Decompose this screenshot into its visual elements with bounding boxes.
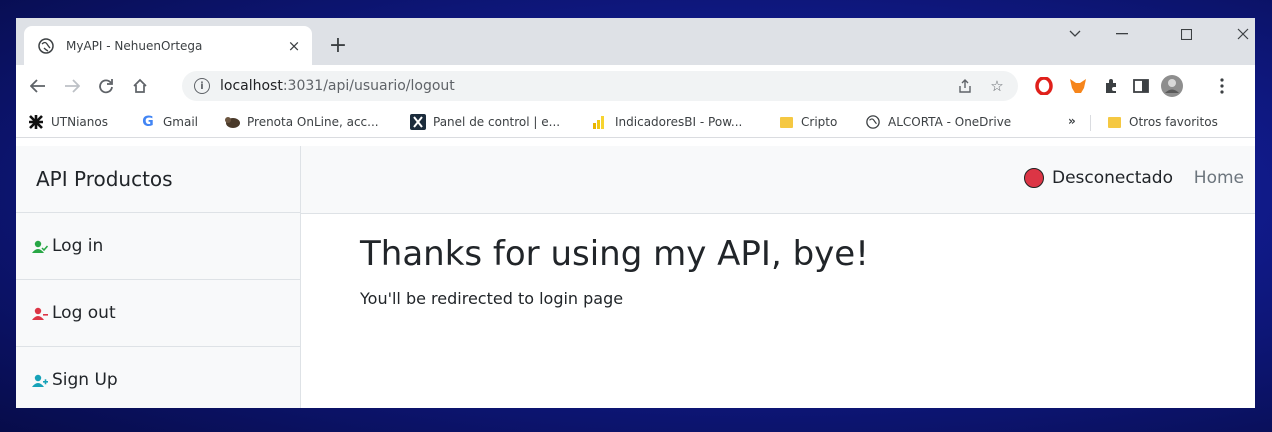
bookmarks-more-button[interactable]: »: [1068, 114, 1076, 128]
panel-icon: [410, 114, 426, 130]
user-plus-icon: [32, 373, 48, 387]
globe-icon: [38, 37, 54, 54]
bookmarks-bar: UTNianos G Gmail Prenota OnLine, acc... …: [16, 107, 1255, 138]
web-page: API Productos Log in Log out Sign Up Des…: [16, 146, 1255, 408]
status-dot-icon: [1023, 168, 1044, 188]
powerbi-icon: [592, 114, 608, 130]
utn-icon: [28, 114, 44, 130]
bookmark-label: IndicadoresBI - Pow...: [615, 115, 743, 129]
sidebar: API Productos Log in Log out Sign Up: [16, 146, 301, 408]
bookmark-label: ALCORTA - OneDrive: [888, 115, 1012, 129]
bookmark-prenota[interactable]: Prenota OnLine, acc...: [224, 114, 379, 130]
profile-avatar-icon[interactable]: [1160, 74, 1184, 98]
bookmark-other-favorites[interactable]: Otros favoritos: [1106, 114, 1218, 130]
user-minus-icon: [32, 306, 48, 320]
reload-icon[interactable]: [94, 74, 118, 98]
new-tab-button[interactable]: +: [326, 33, 350, 58]
bookmark-label: Otros favoritos: [1129, 115, 1218, 129]
tab-strip: MyAPI - NehuenOrtega × +: [16, 18, 1255, 65]
opera-icon[interactable]: [1032, 74, 1056, 98]
nav-home-link[interactable]: Home: [1194, 168, 1244, 188]
browser-window: MyAPI - NehuenOrtega × + i localhost:303…: [16, 18, 1255, 408]
url-text[interactable]: localhost:3031/api/usuario/logout: [220, 78, 954, 94]
bookmark-label: Cripto: [801, 115, 838, 129]
tab-active[interactable]: MyAPI - NehuenOrtega ×: [24, 26, 312, 65]
tab-search-icon[interactable]: [1060, 22, 1090, 46]
back-icon[interactable]: [26, 74, 50, 98]
bookmark-label: Prenota OnLine, acc...: [247, 115, 379, 129]
bookmark-gmail[interactable]: G Gmail: [140, 114, 198, 130]
tab-close-icon[interactable]: ×: [284, 36, 304, 56]
minimize-icon[interactable]: [1107, 22, 1137, 46]
close-window-icon[interactable]: [1228, 22, 1255, 46]
address-bar[interactable]: i localhost:3031/api/usuario/logout ☆: [182, 71, 1018, 101]
sidebar-item-label: Log out: [52, 303, 116, 323]
share-icon[interactable]: [954, 75, 976, 97]
brand-title[interactable]: API Productos: [16, 146, 300, 213]
sidebar-item-login[interactable]: Log in: [16, 213, 300, 280]
bookmark-cripto[interactable]: Cripto: [778, 114, 837, 130]
bookmark-indicadores[interactable]: IndicadoresBI - Pow...: [592, 114, 742, 130]
site-info-icon[interactable]: i: [194, 78, 210, 94]
redirect-message: You'll be redirected to login page: [360, 289, 624, 308]
top-navbar: Desconectado Home: [301, 146, 1255, 214]
side-panel-icon[interactable]: [1129, 74, 1153, 98]
metamask-icon[interactable]: [1066, 74, 1090, 98]
bookmark-label: UTNianos: [51, 115, 108, 129]
home-icon[interactable]: [128, 74, 152, 98]
bookmark-label: Gmail: [163, 115, 199, 129]
bookmark-star-icon[interactable]: ☆: [986, 75, 1008, 97]
google-icon: G: [142, 114, 154, 130]
url-host: localhost: [220, 78, 283, 94]
tab-title: MyAPI - NehuenOrtega: [66, 38, 203, 53]
bookmark-alcorta[interactable]: ALCORTA - OneDrive: [865, 114, 1011, 130]
page-title: Thanks for using my API, bye!: [360, 234, 869, 274]
forward-icon[interactable]: [60, 74, 84, 98]
bookmark-panel[interactable]: Panel de control | e...: [410, 114, 560, 130]
bookmark-label: Panel de control | e...: [433, 115, 561, 129]
folder-icon: [778, 114, 794, 130]
extensions-icon[interactable]: [1099, 74, 1123, 98]
browser-toolbar: i localhost:3031/api/usuario/logout ☆: [16, 65, 1255, 107]
status-label: Desconectado: [1051, 168, 1173, 188]
prenota-icon: [224, 114, 240, 130]
sidebar-item-label: Log in: [52, 236, 104, 256]
menu-icon[interactable]: [1210, 74, 1234, 98]
url-path: :3031/api/usuario/logout: [282, 78, 455, 94]
sidebar-item-signup[interactable]: Sign Up: [16, 347, 300, 408]
sidebar-item-label: Sign Up: [52, 370, 118, 390]
folder-icon: [1106, 114, 1122, 130]
sidebar-item-logout[interactable]: Log out: [16, 280, 300, 347]
connection-status: Desconectado: [1023, 168, 1173, 188]
maximize-icon[interactable]: [1171, 22, 1201, 46]
globe-icon: [865, 114, 881, 130]
bookmarks-divider: [1090, 115, 1091, 131]
user-check-icon: [32, 239, 49, 253]
bookmark-utnianos[interactable]: UTNianos: [28, 114, 108, 130]
